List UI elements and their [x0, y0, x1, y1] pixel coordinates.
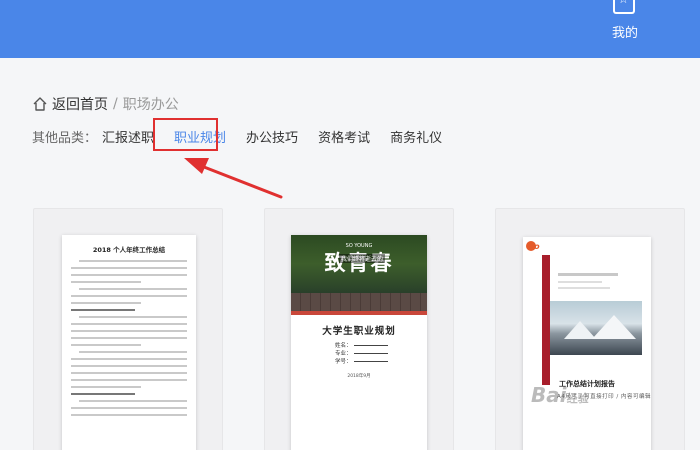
document-title: 2018 个人年终工作总结 [92, 246, 166, 254]
cover-overlay: 我们终将逝去的 [339, 254, 386, 263]
document-thumbnail: 2018 个人年终工作总结 [62, 235, 196, 450]
document-card[interactable]: 2018 个人年终工作总结 [33, 208, 223, 450]
mountain-photo [550, 301, 642, 355]
logo: Lo [529, 242, 540, 251]
form-field-label: 姓名： [335, 341, 395, 349]
document-thumbnail: Lo 工作总结计划报告 A4尺寸 / 可直接打印 / 内容可编辑 [523, 237, 651, 450]
red-bar [542, 255, 550, 385]
watermark: Bai经验 [531, 383, 589, 407]
document-card[interactable]: Lo 工作总结计划报告 A4尺寸 / 可直接打印 / 内容可编辑 [495, 208, 685, 450]
document-thumbnail: SO YOUNG 致青春 我们终将逝去的 大学生职业规划 姓名： 专业： 学号：… [291, 235, 427, 450]
form-field-label: 学号： [335, 357, 395, 365]
document-card[interactable]: SO YOUNG 致青春 我们终将逝去的 大学生职业规划 姓名： 专业： 学号：… [264, 208, 454, 450]
form-field-label: 专业： [335, 349, 395, 357]
document-title: 大学生职业规划 [322, 326, 396, 337]
document-date: 2018年9月 [347, 374, 371, 379]
